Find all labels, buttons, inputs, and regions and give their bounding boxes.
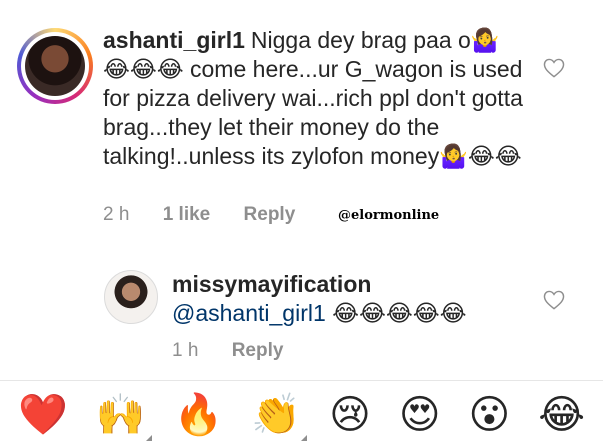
- reply-button[interactable]: Reply: [244, 204, 296, 225]
- avatar[interactable]: [104, 270, 158, 324]
- comment-time: 2 h: [103, 204, 130, 225]
- reaction-heart-eyes-icon[interactable]: 😍: [399, 391, 441, 439]
- reaction-fire-icon[interactable]: 🔥: [174, 391, 224, 439]
- like-count[interactable]: 1 like: [163, 204, 211, 225]
- quick-reaction-bar: ❤️ 🙌 🔥 👏 😢 😍 😮 😂: [0, 381, 603, 448]
- like-heart-icon[interactable]: [543, 290, 565, 310]
- comment-time: 1 h: [172, 340, 199, 361]
- watermark: @elormonline: [338, 208, 440, 223]
- reaction-raised-hands-icon[interactable]: 🙌: [96, 391, 152, 441]
- comment-meta: 2 h 1 like Reply: [103, 204, 323, 226]
- reaction-clapping-hands-icon[interactable]: 👏: [251, 391, 307, 441]
- reaction-crying-face-icon[interactable]: 😢: [329, 391, 371, 439]
- like-heart-icon[interactable]: [543, 58, 565, 78]
- reaction-heart-icon[interactable]: ❤️: [18, 391, 68, 439]
- comment-username[interactable]: ashanti_girl1: [103, 27, 245, 53]
- avatar: [21, 32, 89, 100]
- reaction-tears-of-joy-icon[interactable]: 😂: [538, 391, 585, 439]
- comment-text: missymayification @ashanti_girl1 😂😂😂😂😂: [172, 270, 532, 328]
- comment-body: 😂😂😂😂😂: [332, 300, 467, 326]
- avatar-image: [25, 36, 85, 96]
- comment-text: ashanti_girl1 Nigga dey brag paa o🤷‍♀️😂😂😂…: [103, 26, 523, 171]
- comment-meta: 1 h Reply: [172, 340, 311, 362]
- comment-username[interactable]: missymayification: [172, 270, 526, 299]
- avatar-story-ring[interactable]: [17, 28, 93, 104]
- reaction-surprised-face-icon[interactable]: 😮: [469, 391, 511, 439]
- reply-button[interactable]: Reply: [232, 340, 284, 361]
- mention-link[interactable]: @ashanti_girl1: [172, 300, 326, 326]
